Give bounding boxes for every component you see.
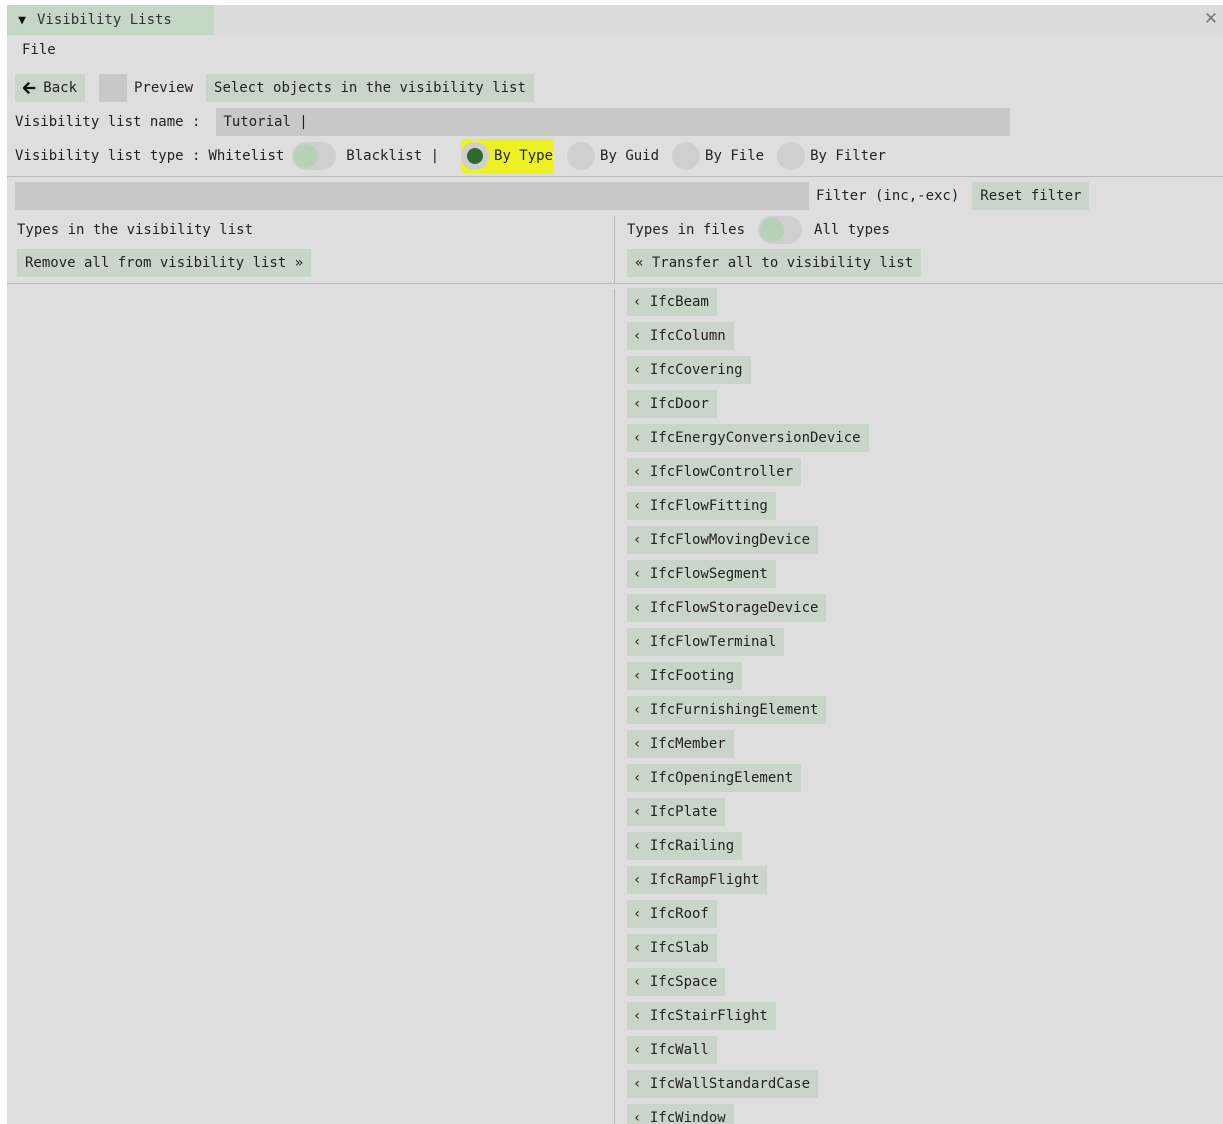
- name-input[interactable]: Tutorial |: [216, 108, 1011, 136]
- radio-by-filter-circle[interactable]: [777, 142, 806, 170]
- filter-row: Filter (inc,-exc) Reset filter: [15, 182, 1090, 210]
- type-label: Visibility list type :: [15, 148, 201, 164]
- whitelist-blacklist-toggle[interactable]: [292, 142, 337, 170]
- left-actions: Remove all from visibility list »: [17, 249, 312, 277]
- filter-input[interactable]: [15, 182, 809, 210]
- radio-by-guid[interactable]: By Guid: [567, 139, 659, 173]
- type-item[interactable]: ‹ IfcCovering: [627, 356, 751, 384]
- type-item[interactable]: ‹ IfcStairFlight: [627, 1002, 776, 1030]
- select-objects-button[interactable]: Select objects in the visibility list: [206, 74, 534, 102]
- radio-by-type[interactable]: By Type: [461, 139, 554, 173]
- remove-all-button[interactable]: Remove all from visibility list »: [17, 249, 312, 277]
- left-panel-title: Types in the visibility list: [17, 222, 254, 238]
- type-item[interactable]: ‹ IfcSpace: [627, 968, 726, 996]
- type-item[interactable]: ‹ IfcMember: [627, 730, 734, 758]
- name-label: Visibility list name :: [15, 114, 201, 130]
- type-item[interactable]: ‹ IfcRampFlight: [627, 866, 768, 894]
- transfer-all-button[interactable]: « Transfer all to visibility list: [627, 249, 922, 277]
- type-item[interactable]: ‹ IfcEnergyConversionDevice: [627, 424, 869, 452]
- back-label: Back: [43, 80, 77, 96]
- radio-by-file-label: By File: [705, 148, 765, 164]
- radio-by-guid-label: By Guid: [600, 148, 660, 164]
- type-item[interactable]: ‹ IfcDoor: [627, 390, 717, 418]
- filter-label: Filter (inc,-exc): [816, 188, 960, 204]
- type-row: Visibility list type : Whitelist Blackli…: [15, 139, 886, 173]
- type-item[interactable]: ‹ IfcFlowTerminal: [627, 628, 785, 656]
- arrow-left-icon: [23, 81, 36, 95]
- divider: [7, 176, 1223, 177]
- reset-filter-button[interactable]: Reset filter: [972, 182, 1090, 210]
- type-item[interactable]: ‹ IfcFlowSegment: [627, 560, 776, 588]
- radio-by-file[interactable]: By File: [672, 139, 764, 173]
- menu-bar: File: [7, 35, 56, 65]
- preview-label: Preview: [134, 80, 194, 96]
- window-title: Visibility Lists: [37, 12, 172, 28]
- radio-by-type-circle[interactable]: [461, 142, 490, 170]
- visibility-list-types: [7, 289, 613, 1124]
- visibility-lists-window: ▼ Visibility Lists ✕ File Back Preview S…: [7, 5, 1223, 1124]
- panel-separator-top: [614, 216, 615, 284]
- type-item[interactable]: ‹ IfcFlowFitting: [627, 492, 776, 520]
- type-item[interactable]: ‹ IfcWall: [627, 1036, 717, 1064]
- blacklist-label: Blacklist |: [346, 148, 440, 164]
- radio-by-file-circle[interactable]: [672, 142, 701, 170]
- all-types-toggle[interactable]: [758, 216, 803, 244]
- type-item[interactable]: ‹ IfcBeam: [627, 288, 717, 316]
- right-panel-title: Types in files: [627, 222, 746, 238]
- all-types-label: All types: [814, 222, 890, 238]
- type-item[interactable]: ‹ IfcOpeningElement: [627, 764, 802, 792]
- type-item[interactable]: ‹ IfcFooting: [627, 662, 743, 690]
- name-row: Visibility list name : Tutorial |: [15, 108, 1011, 136]
- type-item[interactable]: ‹ IfcRoof: [627, 900, 717, 928]
- type-item[interactable]: ‹ IfcSlab: [627, 934, 717, 962]
- close-icon[interactable]: ✕: [1203, 11, 1219, 28]
- radio-by-filter-label: By Filter: [810, 148, 886, 164]
- type-item[interactable]: ‹ IfcWallStandardCase: [627, 1070, 819, 1098]
- left-panel-header: Types in the visibility list: [17, 216, 253, 244]
- type-item[interactable]: ‹ IfcPlate: [627, 798, 726, 826]
- radio-by-filter[interactable]: By Filter: [777, 139, 886, 173]
- type-item[interactable]: ‹ IfcColumn: [627, 322, 734, 350]
- whitelist-label: Whitelist: [208, 148, 285, 164]
- type-item[interactable]: ‹ IfcRailing: [627, 832, 743, 860]
- type-item[interactable]: ‹ IfcFlowController: [627, 458, 802, 486]
- right-panel-header: Types in files All types: [627, 216, 890, 244]
- type-item[interactable]: ‹ IfcFlowStorageDevice: [627, 594, 827, 622]
- type-item[interactable]: ‹ IfcWindow: [627, 1104, 734, 1124]
- type-item[interactable]: ‹ IfcFlowMovingDevice: [627, 526, 819, 554]
- right-actions: « Transfer all to visibility list: [627, 249, 922, 277]
- triangle-down-icon[interactable]: ▼: [7, 13, 37, 28]
- title-bar: ▼ Visibility Lists ✕: [7, 5, 1223, 35]
- type-item[interactable]: ‹ IfcFurnishingElement: [627, 696, 827, 724]
- radio-by-guid-circle[interactable]: [567, 142, 596, 170]
- divider: [7, 283, 1223, 284]
- title-tab[interactable]: ▼ Visibility Lists: [7, 5, 214, 35]
- radio-by-type-label: By Type: [494, 148, 554, 164]
- panel-separator: [614, 289, 615, 1124]
- menu-file[interactable]: File: [22, 42, 56, 58]
- toolbar: Back Preview Select objects in the visib…: [15, 74, 534, 102]
- back-button[interactable]: Back: [15, 74, 85, 102]
- preview-checkbox[interactable]: [99, 74, 127, 102]
